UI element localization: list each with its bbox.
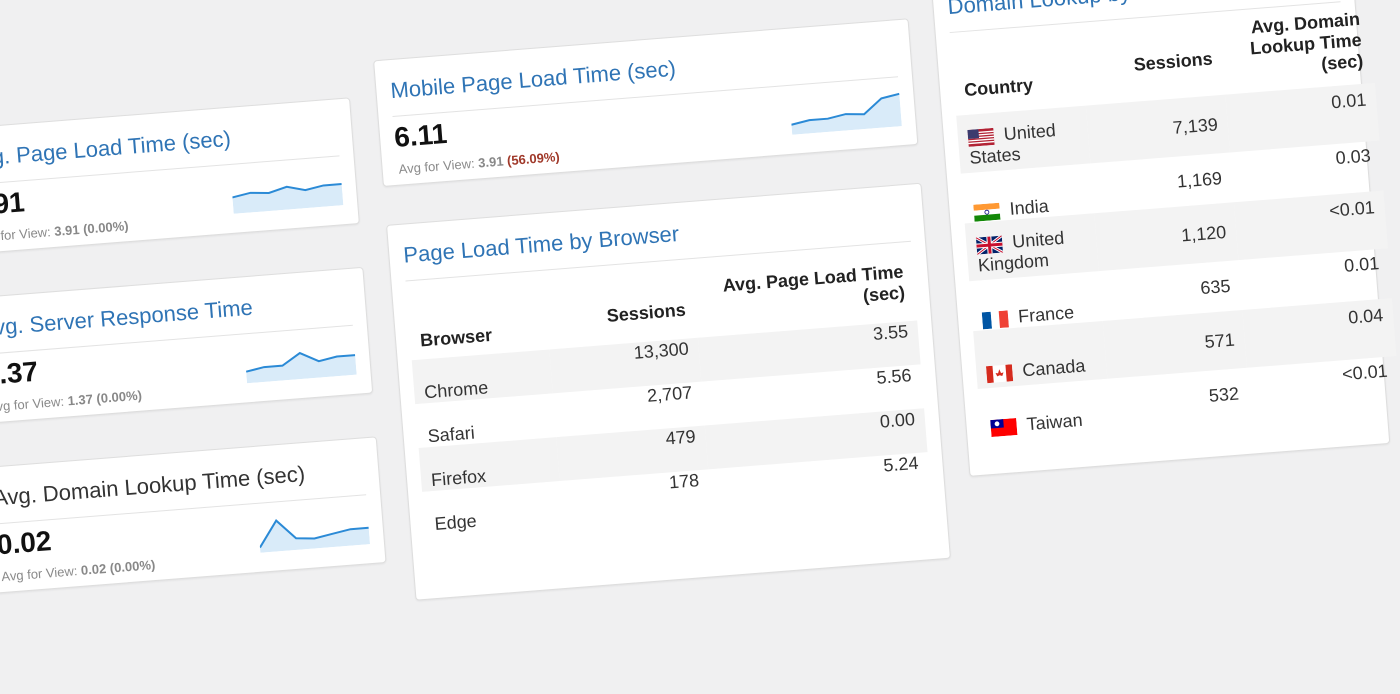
sparkline-area (259, 520, 371, 553)
country-cell: Taiwan (978, 379, 1112, 439)
header-sessions[interactable]: Sessions (1080, 17, 1226, 106)
country-name: France (1017, 302, 1075, 327)
avg-value: 1.37 (67, 391, 94, 409)
kpi-avg: Avg for View: 0.02 (0.00%) (1, 557, 156, 584)
kpi-value: 0.02 (0, 525, 53, 561)
kpi-card-avg-page-load[interactable]: Avg. Page Load Time (sec) 3.91 Avg for V… (0, 97, 360, 256)
uk-flag-icon (975, 235, 1004, 255)
taiwan-flag-icon (990, 417, 1018, 437)
avg-pct: (0.00%) (95, 387, 143, 407)
canada-flag-icon (985, 363, 1014, 383)
country-sessions: 532 (1208, 383, 1240, 406)
sparkline-chart (232, 183, 344, 214)
sparkline-chart (245, 351, 357, 384)
avg-pct: (56.09%) (506, 149, 561, 169)
avg-value: 0.02 (80, 560, 107, 578)
country-cell: United States (956, 105, 1091, 174)
avg-label: Avg for View: (398, 155, 476, 177)
country-rows: United States 7,139 0.01 India 1,169 0.0… (956, 82, 1400, 439)
us-flag-icon (967, 127, 995, 147)
avg-label: Avg for View: (0, 393, 65, 415)
kpi-card-avg-domain-lookup[interactable]: Avg. Domain Lookup Time (sec) 0.02 Avg f… (0, 436, 387, 595)
avg-label: Avg for View: (0, 563, 78, 585)
kpi-avg: Avg for View: 1.37 (0.00%) (0, 388, 142, 415)
kpi-card-mobile-page-load[interactable]: Mobile Page Load Time (sec) 6.11 Avg for… (373, 18, 919, 187)
country-name: India (1008, 195, 1050, 219)
kpi-avg: Avg for View: 3.91 (0.00%) (0, 218, 129, 245)
country-name: Taiwan (1025, 409, 1084, 435)
kpi-value: 1.37 (0, 355, 40, 391)
header-sessions[interactable]: Sessions (544, 270, 698, 349)
kpi-card-avg-server-response[interactable]: Avg. Server Response Time 1.37 Avg for V… (0, 266, 374, 425)
kpi-value: 6.11 (392, 117, 449, 153)
india-flag-icon (973, 202, 1001, 222)
avg-label: Avg for View: (0, 224, 52, 245)
avg-pct: (0.00%) (82, 218, 130, 237)
country-table-title: Domain Lookup by Country (947, 0, 1215, 20)
kpi-value: 3.91 (0, 186, 26, 222)
france-flag-icon (981, 310, 1009, 330)
country-table: Country Sessions Avg. Domain Lookup Time… (950, 5, 1400, 439)
sparkline-chart (791, 92, 902, 135)
avg-pct: (0.00%) (109, 557, 156, 576)
header-browser[interactable]: Browser (406, 282, 549, 361)
header-domain-lookup[interactable]: Avg. Domain Lookup Time (sec) (1219, 5, 1375, 95)
country-table-card: Domain Lookup by Country Country Session… (930, 0, 1397, 477)
country-cell: Canada (973, 320, 1108, 389)
avg-value: 3.91 (477, 153, 505, 171)
sparkline-chart (259, 519, 371, 553)
avg-value: 3.91 (53, 221, 81, 239)
kpi-title: Avg. Domain Lookup Time (sec) (0, 461, 306, 511)
kpi-avg: Avg for View: 3.91 (56.09%) (398, 149, 560, 177)
dashboard-stage: Avg. Page Load Time (sec) 3.91 Avg for V… (0, 0, 1400, 694)
browser-table-card: Page Load Time by Browser Browser Sessio… (386, 182, 951, 601)
country-time: <0.01 (1341, 360, 1389, 385)
header-country[interactable]: Country (950, 28, 1086, 116)
browser-table: Browser Sessions Avg. Page Load Time (se… (406, 253, 931, 536)
country-cell: United Kingdom (964, 213, 1099, 282)
country-name: Canada (1021, 355, 1087, 381)
